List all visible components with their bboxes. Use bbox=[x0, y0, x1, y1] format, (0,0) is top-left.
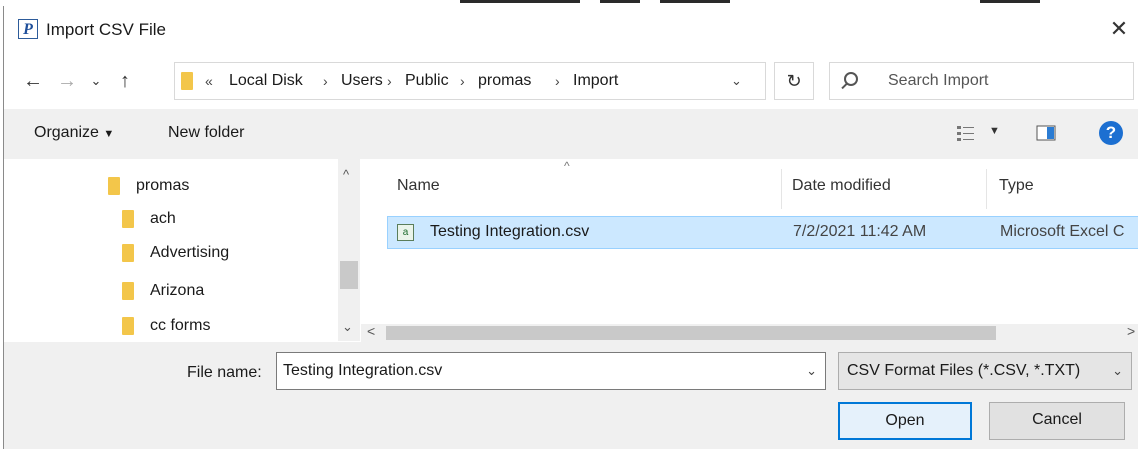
search-icon bbox=[844, 72, 858, 86]
command-bar: Organize ▼ New folder ▼ ? bbox=[4, 109, 1138, 159]
organize-label: Organize bbox=[34, 124, 99, 141]
close-button[interactable]: ✕ bbox=[1104, 14, 1134, 44]
file-name-label: File name: bbox=[187, 364, 262, 381]
help-icon: ? bbox=[1105, 123, 1117, 142]
column-header-type[interactable]: Type bbox=[999, 177, 1034, 195]
chevron-down-icon: ⌄ bbox=[90, 73, 102, 88]
navigation-tree: promas ach Advertising Arizona cc forms bbox=[4, 159, 361, 341]
back-button[interactable]: ← bbox=[18, 66, 48, 96]
tree-item-promas[interactable]: promas bbox=[108, 172, 189, 200]
breadcrumb-separator-icon[interactable]: › bbox=[387, 63, 392, 99]
tree-item-arizona[interactable]: Arizona bbox=[122, 277, 204, 305]
change-view-button[interactable] bbox=[956, 124, 976, 142]
file-type-value: CSV Format Files (*.CSV, *.TXT) bbox=[847, 362, 1081, 379]
recent-locations-button[interactable]: ⌄ bbox=[84, 66, 108, 96]
folder-icon bbox=[122, 316, 134, 335]
folder-icon bbox=[108, 176, 120, 195]
view-dropdown-icon[interactable]: ▼ bbox=[989, 125, 1000, 137]
tree-item-advertising[interactable]: Advertising bbox=[122, 239, 229, 267]
breadcrumb-public[interactable]: Public bbox=[405, 63, 449, 99]
refresh-icon: ↻ bbox=[786, 71, 802, 91]
breadcrumb-separator-icon[interactable]: › bbox=[460, 63, 465, 99]
organize-menu[interactable]: Organize ▼ bbox=[34, 124, 114, 142]
preview-pane-icon bbox=[1036, 125, 1056, 141]
scroll-left-icon[interactable]: < bbox=[367, 323, 375, 339]
folder-icon bbox=[122, 209, 134, 228]
help-button[interactable]: ? bbox=[1099, 121, 1123, 145]
dialog-title: Import CSV File bbox=[46, 20, 166, 39]
tree-scrollbar-thumb[interactable] bbox=[340, 261, 358, 289]
tree-item-ach[interactable]: ach bbox=[122, 205, 176, 233]
column-divider[interactable] bbox=[781, 169, 782, 209]
file-type-select[interactable]: CSV Format Files (*.CSV, *.TXT) ⌄ bbox=[838, 352, 1132, 390]
column-header-date-modified[interactable]: Date modified bbox=[792, 177, 891, 195]
folder-icon bbox=[122, 281, 134, 300]
folder-icon bbox=[181, 72, 193, 90]
forward-arrow-icon: → bbox=[57, 70, 77, 92]
scroll-up-icon[interactable]: ^ bbox=[343, 167, 349, 182]
address-bar[interactable]: « Local Disk › Users › Public › promas ›… bbox=[174, 62, 766, 100]
breadcrumb-import[interactable]: Import bbox=[573, 63, 618, 99]
title-bar: P Import CSV File ✕ bbox=[4, 6, 1138, 54]
tree-item-label: ach bbox=[150, 210, 176, 227]
file-type: Microsoft Excel C bbox=[1000, 223, 1125, 240]
breadcrumb-local-disk[interactable]: Local Disk bbox=[229, 63, 303, 99]
chevron-down-icon[interactable]: ⌄ bbox=[806, 353, 817, 389]
file-name-input[interactable]: Testing Integration.csv ⌄ bbox=[276, 352, 826, 390]
search-box[interactable]: Search Import bbox=[829, 62, 1134, 100]
tree-item-label: Arizona bbox=[150, 282, 205, 299]
tree-item-cc-forms[interactable]: cc forms bbox=[122, 312, 210, 340]
file-date: 7/2/2021 11:42 AM bbox=[793, 223, 927, 240]
hscrollbar-thumb[interactable] bbox=[386, 326, 996, 340]
scroll-down-icon[interactable]: ⌄ bbox=[342, 319, 353, 335]
file-name: Testing Integration.csv bbox=[430, 223, 590, 240]
scroll-right-icon[interactable]: > bbox=[1127, 323, 1135, 339]
folder-icon bbox=[122, 243, 134, 262]
breadcrumb-users[interactable]: Users bbox=[341, 63, 383, 99]
tree-item-label: cc forms bbox=[150, 317, 211, 334]
import-csv-dialog: P Import CSV File ✕ ← → ⌄ ↑ « Local Disk… bbox=[3, 6, 1138, 449]
app-icon: P bbox=[18, 19, 38, 39]
breadcrumb-separator-icon[interactable]: › bbox=[323, 63, 328, 99]
path-overflow[interactable]: « bbox=[205, 63, 213, 99]
breadcrumb-separator-icon[interactable]: › bbox=[555, 63, 560, 99]
file-name-value: Testing Integration.csv bbox=[283, 362, 443, 379]
open-button[interactable]: Open bbox=[838, 402, 972, 440]
csv-file-icon: a bbox=[397, 224, 414, 241]
breadcrumb-promas[interactable]: promas bbox=[478, 63, 531, 99]
close-icon: ✕ bbox=[1109, 16, 1129, 41]
up-button[interactable]: ↑ bbox=[110, 66, 140, 96]
search-placeholder: Search Import bbox=[888, 72, 989, 89]
up-arrow-icon: ↑ bbox=[120, 70, 130, 92]
tree-item-label: promas bbox=[136, 177, 190, 194]
column-divider[interactable] bbox=[986, 169, 987, 209]
new-folder-button[interactable]: New folder bbox=[168, 124, 244, 142]
address-dropdown-icon[interactable]: ⌄ bbox=[731, 63, 742, 99]
refresh-button[interactable]: ↻ bbox=[774, 62, 814, 100]
sort-ascending-icon: ^ bbox=[564, 159, 570, 173]
back-arrow-icon: ← bbox=[23, 70, 43, 92]
forward-button[interactable]: → bbox=[52, 66, 82, 96]
file-row[interactable]: a Testing Integration.csv 7/2/2021 11:42… bbox=[387, 216, 1138, 249]
view-list-icon bbox=[957, 126, 974, 141]
preview-pane-button[interactable] bbox=[1036, 124, 1056, 142]
chevron-down-icon: ⌄ bbox=[1112, 363, 1123, 378]
tree-item-label: Advertising bbox=[150, 244, 230, 261]
file-list: ^ Name Date modified Type a Testing Inte… bbox=[361, 159, 1138, 341]
dialog-footer: File name: Testing Integration.csv ⌄ CSV… bbox=[4, 342, 1138, 449]
tree-scrollbar[interactable]: ^ ⌄ bbox=[338, 159, 360, 341]
dropdown-caret-icon: ▼ bbox=[103, 128, 115, 140]
cancel-button[interactable]: Cancel bbox=[989, 402, 1125, 440]
column-header-name[interactable]: Name bbox=[397, 177, 440, 195]
